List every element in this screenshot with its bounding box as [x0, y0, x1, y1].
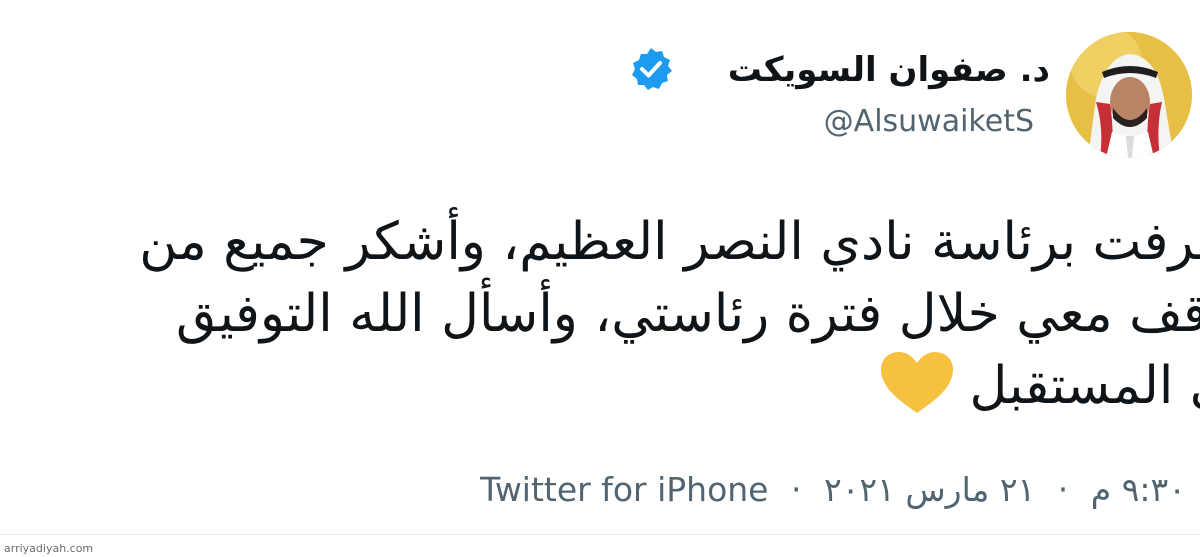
author-display-name[interactable]: د. صفوان السويكت	[728, 40, 1050, 100]
tweet-date[interactable]: ٢١ مارس ٢٠٢١	[824, 466, 1035, 514]
tweet-text-line: ووقف معي خلال فترة رئاستي، وأسأل الله ال…	[175, 284, 1200, 344]
author-avatar[interactable]	[1066, 32, 1192, 158]
author-handle[interactable]: @AlsuwaiketS	[824, 100, 1034, 144]
tweet-text-line-last: في المستقبل	[0, 350, 1200, 422]
verified-badge-icon	[632, 48, 672, 90]
tweet-card: د. صفوان السويكت @AlsuwaiketS تشرفت برئا…	[0, 0, 1200, 557]
tweet-source[interactable]: Twitter for iPhone	[480, 466, 768, 514]
tweet-time[interactable]: ٩:٣٠ م	[1091, 466, 1186, 514]
divider	[0, 534, 1200, 535]
tweet-text-line: تشرفت برئاسة نادي النصر العظيم، وأشكر جم…	[139, 212, 1200, 272]
avatar-image	[1066, 32, 1192, 158]
tweet-text: تشرفت برئاسة نادي النصر العظيم، وأشكر جم…	[0, 206, 1200, 422]
tweet-text-line: في المستقبل	[969, 356, 1200, 416]
tweet-meta: ٩:٣٠ م · ٢١ مارس ٢٠٢١ · Twitter for iPho…	[480, 466, 1186, 514]
watermark: arriyadiyah.com	[4, 542, 94, 555]
yellow-heart-icon	[881, 352, 954, 413]
meta-separator: ·	[1057, 470, 1069, 509]
meta-separator: ·	[790, 470, 802, 509]
